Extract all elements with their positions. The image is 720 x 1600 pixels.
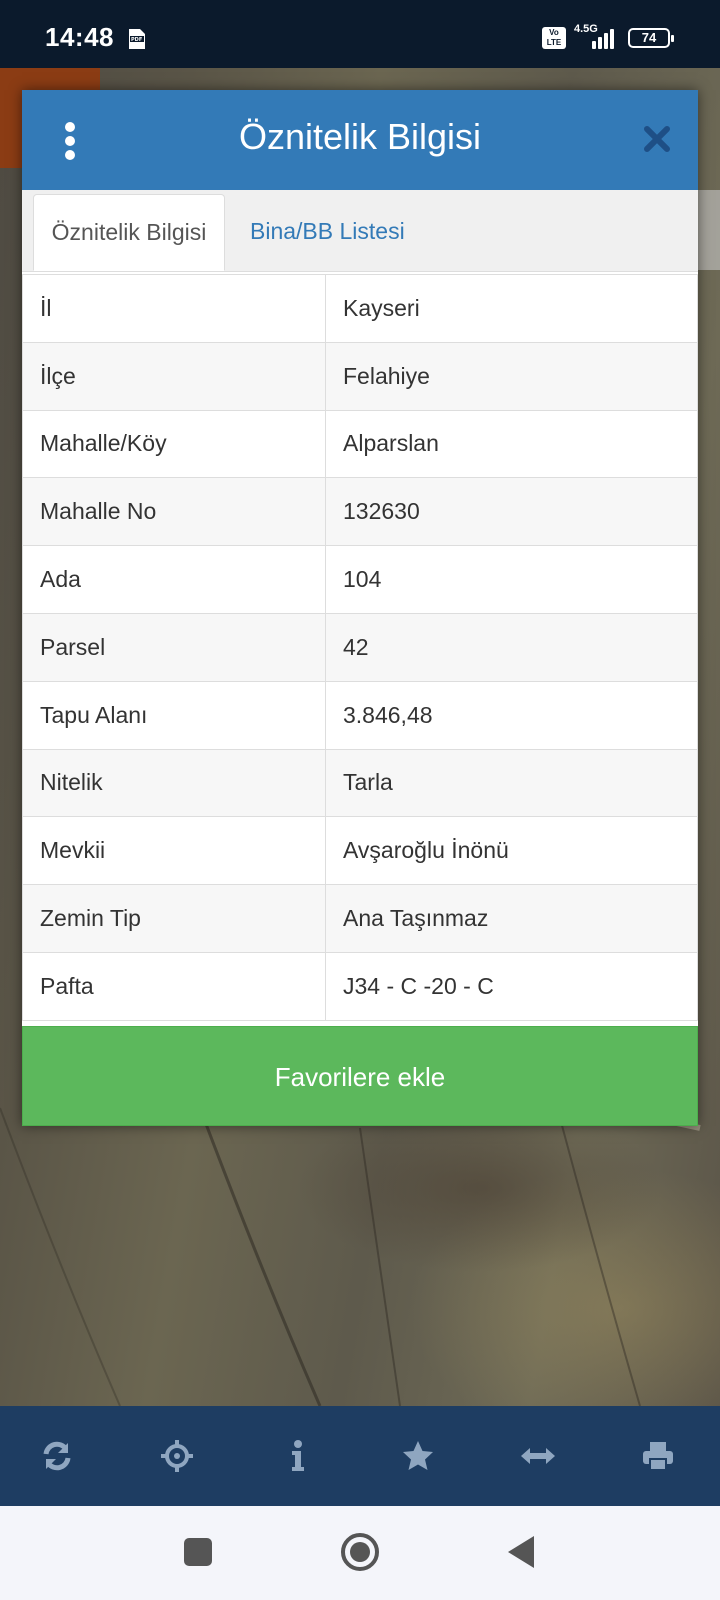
more-options-button[interactable]: [52, 120, 88, 162]
attribute-value: Tarla: [325, 748, 698, 818]
measure-icon[interactable]: [514, 1432, 562, 1480]
dialog-header: Öznitelik Bilgisi: [22, 90, 698, 190]
dialog-title: Öznitelik Bilgisi: [238, 116, 482, 157]
attribute-key: İlçe: [22, 341, 326, 411]
attribute-key: Zemin Tip: [22, 884, 326, 953]
table-row: Parsel 42: [22, 612, 698, 682]
volte-icon: Vo LTE: [542, 27, 566, 49]
attribute-key: Ada: [22, 545, 326, 614]
attribute-value: Kayseri: [325, 274, 698, 343]
attribute-key: İl: [22, 274, 326, 343]
attribute-key: Mahalle/Köy: [22, 409, 326, 479]
status-bar: 14:48 PDF Vo LTE 4.5G 74: [0, 0, 720, 68]
refresh-icon[interactable]: [33, 1432, 81, 1480]
attribute-key: Nitelik: [22, 748, 326, 818]
attribute-value: 104: [325, 545, 698, 614]
table-row: İl Kayseri: [22, 274, 698, 343]
table-row: Tapu Alanı 3.846,48: [22, 680, 698, 750]
star-icon[interactable]: [394, 1432, 442, 1480]
attribute-value: Alparslan: [325, 409, 698, 479]
attribute-value: Avşaroğlu İnönü: [325, 816, 698, 886]
attribute-value: J34 - C -20 - C: [325, 951, 698, 1021]
tab-attribute-info[interactable]: Öznitelik Bilgisi: [33, 194, 225, 271]
tab-building-list[interactable]: Bina/BB Listesi: [234, 194, 421, 271]
attribute-value: Ana Taşınmaz: [325, 884, 698, 953]
dot: [65, 136, 75, 146]
table-row: İlçe Felahiye: [22, 341, 698, 411]
table-row: Nitelik Tarla: [22, 748, 698, 818]
attribute-value: Felahiye: [325, 341, 698, 411]
attribute-key: Parsel: [22, 612, 326, 682]
attribute-dialog: Öznitelik Bilgisi Öznitelik Bilgisi Bina…: [22, 90, 698, 1126]
recents-icon[interactable]: [182, 1536, 214, 1568]
attribute-value: 42: [325, 612, 698, 682]
table-row: Pafta J34 - C -20 - C: [22, 951, 698, 1021]
table-row: Mahalle No 132630: [22, 477, 698, 547]
svg-text:PDF: PDF: [131, 37, 142, 43]
dot: [65, 150, 75, 160]
map-toolbar: [0, 1406, 720, 1506]
signal-icon: 4.5G: [574, 23, 620, 49]
battery-level: 74: [641, 30, 657, 45]
add-favorites-button[interactable]: Favorilere ekle: [22, 1026, 698, 1126]
back-icon[interactable]: [506, 1534, 538, 1570]
locate-icon[interactable]: [153, 1432, 201, 1480]
status-time: 14:48: [45, 22, 114, 52]
battery-icon: 74: [628, 28, 674, 48]
attribute-key: Mahalle No: [22, 477, 326, 547]
dot: [65, 122, 75, 132]
home-icon[interactable]: [340, 1532, 380, 1572]
attribute-key: Mevkii: [22, 816, 326, 886]
attribute-value: 132630: [325, 477, 698, 547]
table-row: Mahalle/Köy Alparslan: [22, 409, 698, 479]
table-row: Mevkii Avşaroğlu İnönü: [22, 816, 698, 886]
table-row: Zemin Tip Ana Taşınmaz: [22, 884, 698, 953]
close-icon[interactable]: [642, 124, 672, 154]
status-indicators: Vo LTE 4.5G 74: [542, 23, 674, 50]
system-nav-bar: [0, 1506, 720, 1600]
attribute-key: Tapu Alanı: [22, 680, 326, 750]
attribute-key: Pafta: [22, 951, 326, 1021]
pdf-icon: PDF: [129, 29, 145, 49]
table-row: Ada 104: [22, 545, 698, 614]
attribute-value: 3.846,48: [325, 680, 698, 750]
info-icon[interactable]: [274, 1432, 322, 1480]
attribute-table: İl Kayseri İlçe Felahiye Mahalle/Köy Alparsla…: [22, 274, 698, 1021]
print-icon[interactable]: [634, 1432, 682, 1480]
network-type: 4.5G: [574, 23, 598, 35]
